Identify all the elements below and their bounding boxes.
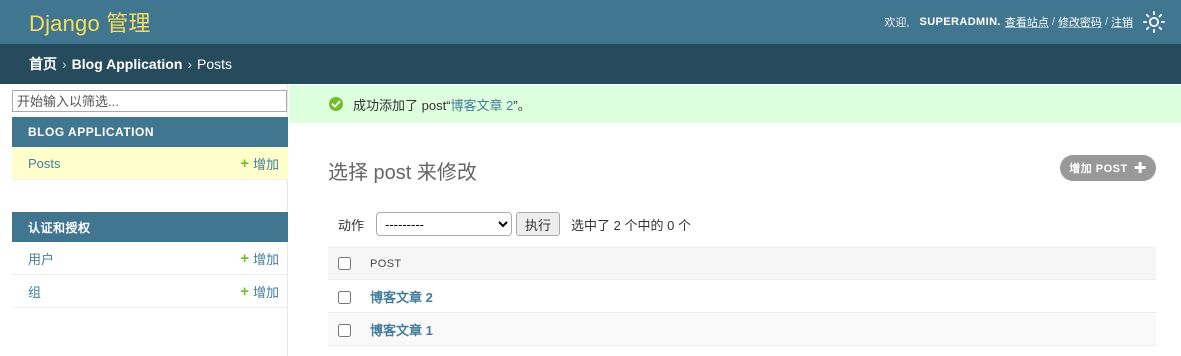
row-title-cell: 博客文章 1: [362, 312, 1156, 346]
user-tools: 欢迎, SUPERADMIN. 查看站点 / 修改密码 / 注销: [884, 9, 1167, 35]
plus-icon: +: [240, 154, 249, 172]
site-brand[interactable]: Django 管理: [29, 6, 151, 38]
row-title-cell: 博客文章 2: [362, 279, 1156, 313]
actions-bar: 动作 --------- 执行 选中了 2 个中的 0 个: [328, 212, 691, 236]
model-link-users[interactable]: 用户: [28, 249, 54, 268]
row-checkbox[interactable]: [338, 290, 351, 304]
module-auth: 认证和授权 用户 + 增加 组 + 增加: [12, 212, 288, 308]
breadcrumb-app[interactable]: Blog Application: [72, 56, 183, 72]
row-select-cell: [328, 312, 362, 346]
breadcrumb: 首页 › Blog Application › Posts: [0, 44, 1181, 84]
change-password-link[interactable]: 修改密码: [1058, 14, 1102, 30]
nav-filter-input[interactable]: [12, 90, 287, 112]
sidebar-item-users: 用户 + 增加: [12, 242, 288, 275]
plus-icon: +: [240, 282, 249, 300]
separator: /: [1051, 16, 1055, 28]
table-row: 博客文章 2: [328, 279, 1156, 313]
row-link[interactable]: 博客文章 1: [362, 323, 433, 338]
select-all-cell: [328, 247, 362, 280]
plus-icon: +: [240, 249, 249, 267]
select-all-checkbox[interactable]: [338, 257, 351, 270]
site-header: Django 管理 欢迎, SUPERADMIN. 查看站点 / 修改密码 / …: [0, 0, 1181, 44]
table-row: 博客文章 1: [328, 312, 1156, 346]
row-link[interactable]: 博客文章 2: [362, 290, 433, 305]
sidebar: BLOG APPLICATION Posts + 增加 认证和授权 用户 + 增…: [0, 84, 288, 356]
add-post-button[interactable]: 增加 POST ✚: [1060, 155, 1156, 181]
add-label: 增加: [252, 251, 279, 267]
model-link-groups[interactable]: 组: [28, 282, 41, 301]
add-post-label: 增加 POST: [1069, 163, 1128, 175]
add-users-link[interactable]: + 增加: [240, 249, 279, 268]
message-prefix: 成功添加了 post“: [353, 97, 451, 113]
view-site-link[interactable]: 查看站点: [1005, 14, 1049, 30]
module-caption-label: BLOG APPLICATION: [28, 125, 154, 139]
add-label: 增加: [252, 284, 279, 300]
module-caption-label: 认证和授权: [28, 220, 91, 235]
plus-icon: ✚: [1133, 159, 1147, 177]
success-check-icon: [329, 97, 343, 111]
logout-link[interactable]: 注销: [1111, 14, 1133, 30]
message-suffix: ”。: [513, 97, 531, 113]
message-object-link[interactable]: 博客文章 2: [451, 95, 514, 114]
separator: /: [1104, 16, 1108, 28]
action-select[interactable]: ---------: [376, 212, 513, 236]
sidebar-item-posts: Posts + 增加: [12, 147, 288, 180]
model-link-posts[interactable]: Posts: [28, 156, 61, 171]
module-caption[interactable]: 认证和授权: [12, 212, 288, 242]
page-title: 选择 post 来修改: [328, 162, 477, 184]
success-message: 成功添加了 post“ 博客文章 2”。: [289, 85, 1181, 123]
add-label: 增加: [252, 156, 279, 172]
breadcrumb-separator: ›: [187, 56, 193, 72]
breadcrumb-current: Posts: [197, 56, 233, 72]
breadcrumb-home[interactable]: 首页: [29, 54, 57, 74]
selection-counter: 选中了 2 个中的 0 个: [571, 217, 691, 233]
results-table: POST 博客文章 2 博客文章 1: [328, 247, 1156, 346]
welcome-text: 欢迎,: [884, 17, 910, 29]
table-header-row: POST: [328, 247, 1156, 280]
add-groups-link[interactable]: + 增加: [240, 282, 279, 301]
theme-toggle-sun-icon[interactable]: [1141, 9, 1167, 35]
row-select-cell: [328, 279, 362, 313]
sidebar-item-groups: 组 + 增加: [12, 275, 288, 308]
module-caption[interactable]: BLOG APPLICATION: [12, 117, 288, 147]
add-posts-link[interactable]: + 增加: [240, 154, 279, 173]
action-label: 动作: [338, 217, 365, 233]
breadcrumb-separator: ›: [62, 56, 67, 72]
row-checkbox[interactable]: [338, 323, 351, 337]
column-header-post[interactable]: POST: [362, 247, 1156, 280]
go-button[interactable]: 执行: [516, 212, 561, 236]
username: SUPERADMIN.: [919, 16, 1001, 28]
module-blog-application: BLOG APPLICATION Posts + 增加: [12, 117, 288, 180]
